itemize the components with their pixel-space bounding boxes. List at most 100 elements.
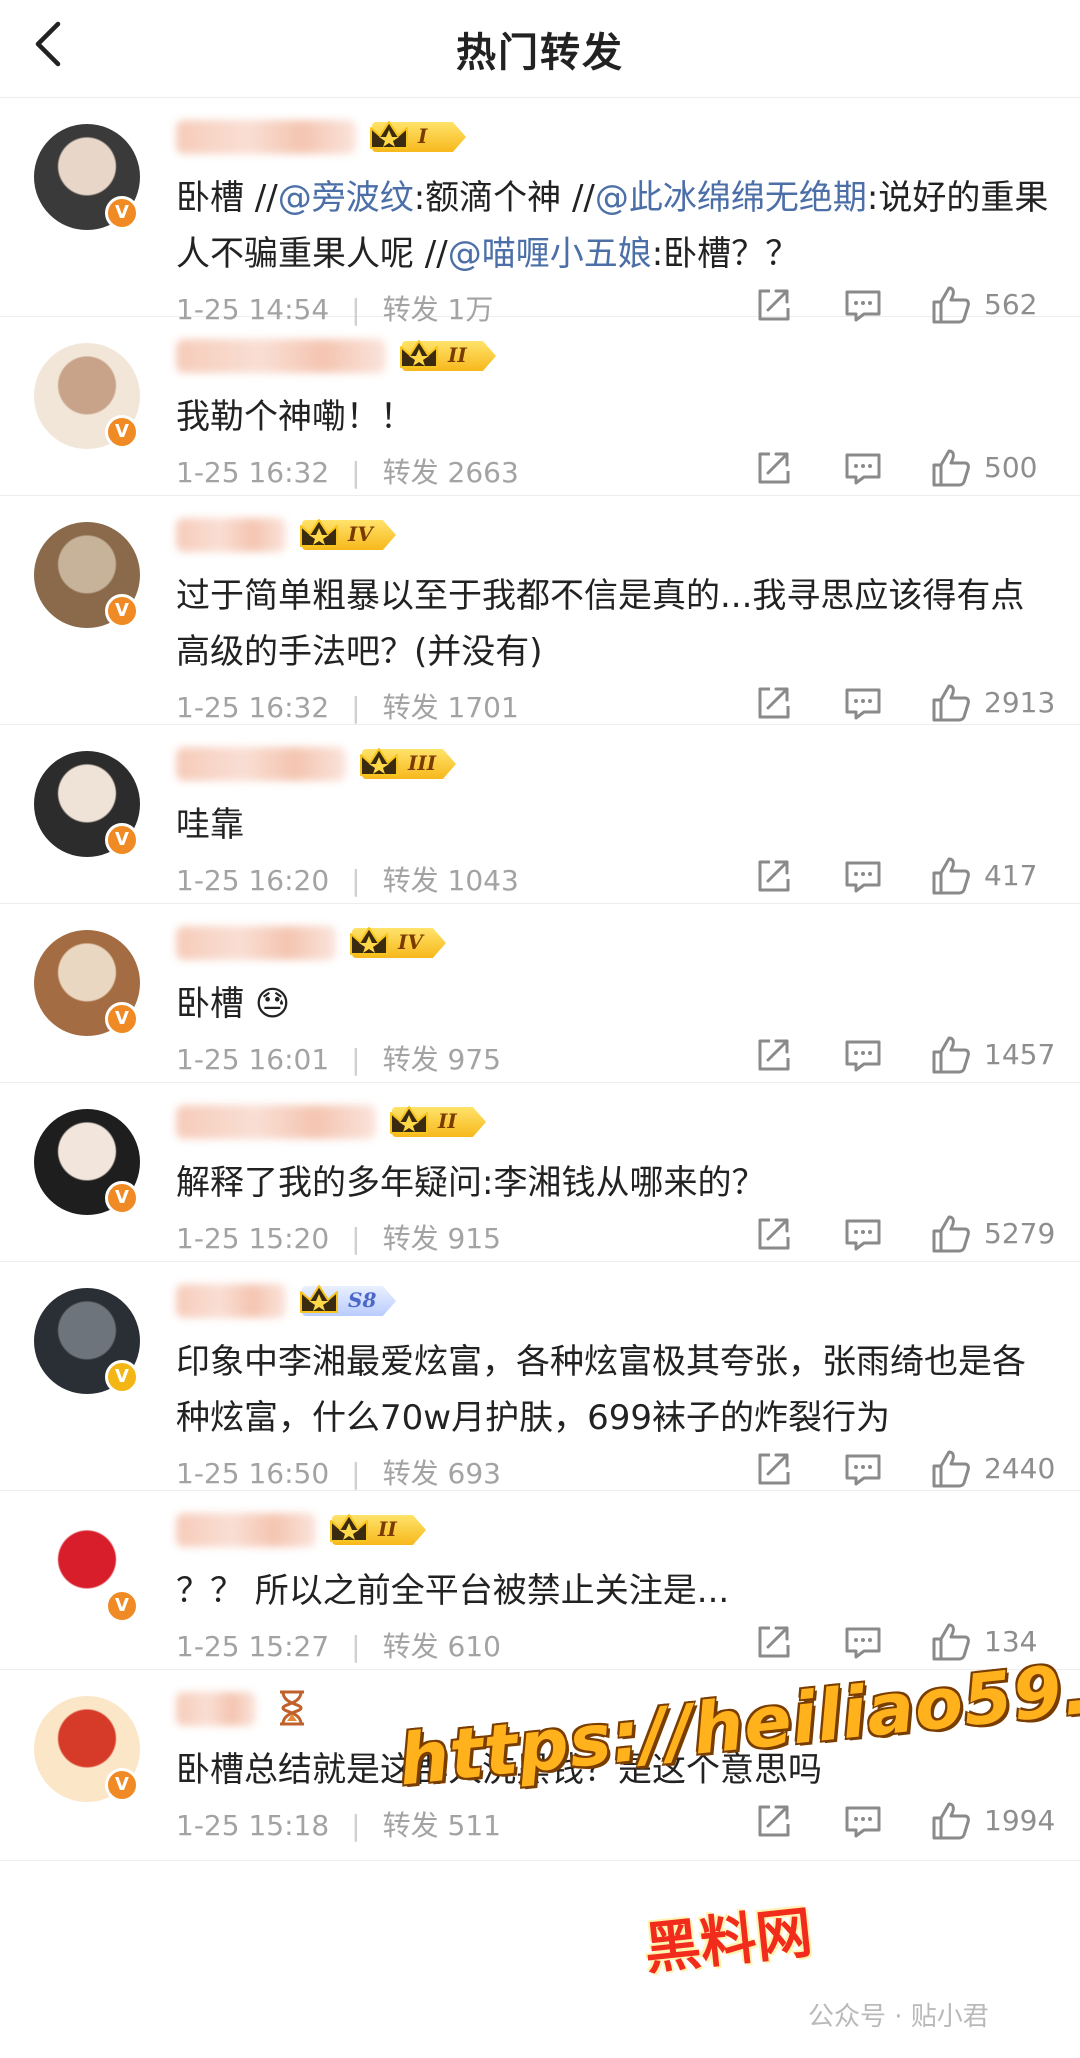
comment-item[interactable]: V S8 印象中李湘最爱炫富，各种炫富极其夸张，张雨绮也是各种炫富，什么70w月护肤… <box>0 1262 1080 1491</box>
repost-label: 转发 <box>382 1809 439 1842</box>
comment-icon[interactable] <box>842 855 884 897</box>
share-icon[interactable] <box>752 855 794 897</box>
rank-badge: IV <box>300 516 398 552</box>
divider: | <box>351 1457 361 1490</box>
comment-text-segment: 卧槽 😓 <box>176 984 291 1024</box>
blurred-username[interactable] <box>176 1692 256 1726</box>
comment-text: 哇靠 <box>176 797 1056 853</box>
timestamp: 1-25 16:32 <box>176 456 330 489</box>
comment-icon[interactable] <box>842 1800 884 1842</box>
comment-text-segment: 卧槽 // <box>176 178 278 218</box>
blurred-username[interactable] <box>176 120 356 154</box>
comment-meta: 1-25 16:01 | 转发 975 <box>176 1038 501 1078</box>
crown-icon <box>370 121 408 149</box>
comment-item[interactable]: V III 哇靠 1-25 16:20 | 转发 1043 417 <box>0 725 1080 904</box>
rank-badge: I <box>370 118 468 154</box>
rank-badge: II <box>400 337 498 373</box>
blurred-username[interactable] <box>176 518 286 552</box>
like-icon[interactable] <box>930 682 972 724</box>
share-icon[interactable] <box>752 1800 794 1842</box>
comment-text-segment: 解释了我的多年疑问:李湘钱从哪来的？ <box>176 1163 766 1203</box>
repost-label: 转发 <box>382 1630 439 1663</box>
timestamp: 1-25 15:27 <box>176 1630 330 1663</box>
repost-count: 511 <box>447 1809 501 1842</box>
comment-item[interactable]: V II 我勒个神嘞！！ 1-25 16:32 | 转发 2663 500 <box>0 317 1080 496</box>
share-icon[interactable] <box>752 682 794 724</box>
mention-link[interactable]: @此冰绵绵无绝期 <box>595 178 867 218</box>
share-icon[interactable] <box>752 1034 794 1076</box>
comment-icon[interactable] <box>842 682 884 724</box>
timestamp: 1-25 16:32 <box>176 691 330 724</box>
repost-count: 610 <box>447 1630 501 1663</box>
repost-count: 915 <box>447 1222 501 1255</box>
timestamp: 1-25 16:50 <box>176 1457 330 1490</box>
comment-item[interactable]: V II ？？ 所以之前全平台被禁止关注是... 1-25 15:27 | 转发 610 1… <box>0 1491 1080 1670</box>
comment-icon[interactable] <box>842 1621 884 1663</box>
comment-meta: 1-25 15:27 | 转发 610 <box>176 1625 501 1665</box>
rank-label: II <box>438 1109 457 1133</box>
comment-text-segment: ？？ 所以之前全平台被禁止关注是... <box>176 1571 730 1611</box>
crown-icon <box>350 927 388 955</box>
comment-meta: 1-25 15:18 | 转发 511 <box>176 1804 501 1844</box>
watermark-site-name: 黑料网 <box>641 1900 816 1983</box>
blurred-username[interactable] <box>176 1513 316 1547</box>
comment-text: 解释了我的多年疑问:李湘钱从哪来的？ <box>176 1155 1056 1211</box>
like-count: 417 <box>984 859 1038 892</box>
comment-item[interactable]: V II 解释了我的多年疑问:李湘钱从哪来的？ 1-25 15:20 | 转发 915 52… <box>0 1083 1080 1262</box>
divider: | <box>351 1043 361 1076</box>
timestamp: 1-25 15:18 <box>176 1809 330 1842</box>
like-icon[interactable] <box>930 1448 972 1490</box>
like-icon[interactable] <box>930 447 972 489</box>
comment-icon[interactable] <box>842 1448 884 1490</box>
share-icon[interactable] <box>752 447 794 489</box>
like-icon[interactable] <box>930 1213 972 1255</box>
crown-icon <box>300 519 338 547</box>
rank-badge: IV <box>350 924 448 960</box>
crown-icon <box>300 1285 338 1313</box>
blurred-username[interactable] <box>176 1284 286 1318</box>
rank-badge: S8 <box>300 1282 398 1318</box>
comment-item[interactable]: V IV 过于简单粗暴以至于我都不信是真的...我寻思应该得有点高级的手法吧？(并没… <box>0 496 1080 725</box>
like-count: 500 <box>984 451 1038 484</box>
blurred-username[interactable] <box>176 926 336 960</box>
comment-meta: 1-25 16:50 | 转发 693 <box>176 1452 501 1492</box>
repost-label: 转发 <box>382 456 439 489</box>
divider: | <box>351 691 361 724</box>
like-icon[interactable] <box>930 855 972 897</box>
blurred-username[interactable] <box>176 1105 376 1139</box>
like-icon[interactable] <box>930 1800 972 1842</box>
comment-item[interactable]: V I 卧槽 //@旁波纹:额滴个神 //@此冰绵绵无绝期:说好的重果人不骗重果人呢… <box>0 98 1080 326</box>
rank-label: II <box>378 1517 397 1541</box>
share-icon[interactable] <box>752 1621 794 1663</box>
repost-label: 转发 <box>382 1043 439 1076</box>
verified-badge-icon: V <box>105 1002 139 1036</box>
repost-label: 转发 <box>382 691 439 724</box>
like-count: 2440 <box>984 1452 1056 1485</box>
comment-item[interactable]: V IV 卧槽 😓 1-25 16:01 | 转发 975 1457 <box>0 904 1080 1083</box>
verified-badge-icon: V <box>105 1360 139 1394</box>
like-icon[interactable] <box>930 1621 972 1663</box>
rank-label: IV <box>348 522 373 546</box>
repost-count: 1043 <box>447 864 519 897</box>
wechat-watermark: 公众号 · 贴小君 <box>808 2002 989 2032</box>
comment-text: 过于简单粗暴以至于我都不信是真的...我寻思应该得有点高级的手法吧？(并没有) <box>176 568 1056 680</box>
comment-icon[interactable] <box>842 447 884 489</box>
comment-text: 卧槽 //@旁波纹:额滴个神 //@此冰绵绵无绝期:说好的重果人不骗重果人呢 /… <box>176 170 1056 282</box>
crown-icon <box>390 1106 428 1134</box>
comment-text-segment: 印象中李湘最爱炫富，各种炫富极其夸张，张雨绮也是各种炫富，什么70w月护肤，69… <box>176 1342 1026 1438</box>
mention-link[interactable]: @旁波纹 <box>278 178 414 218</box>
comment-icon[interactable] <box>842 1213 884 1255</box>
mention-link[interactable]: @喵喱小五娘 <box>448 234 652 274</box>
timestamp: 1-25 16:01 <box>176 1043 330 1076</box>
top-bar: 热门转发 <box>0 0 1080 98</box>
hourglass-icon <box>280 1690 304 1726</box>
comment-meta: 1-25 15:20 | 转发 915 <box>176 1217 501 1257</box>
repost-count: 2663 <box>447 456 519 489</box>
share-icon[interactable] <box>752 1448 794 1490</box>
share-icon[interactable] <box>752 1213 794 1255</box>
like-icon[interactable] <box>930 1034 972 1076</box>
blurred-username[interactable] <box>176 747 346 781</box>
verified-badge-icon: V <box>105 823 139 857</box>
comment-icon[interactable] <box>842 1034 884 1076</box>
blurred-username[interactable] <box>176 339 386 373</box>
